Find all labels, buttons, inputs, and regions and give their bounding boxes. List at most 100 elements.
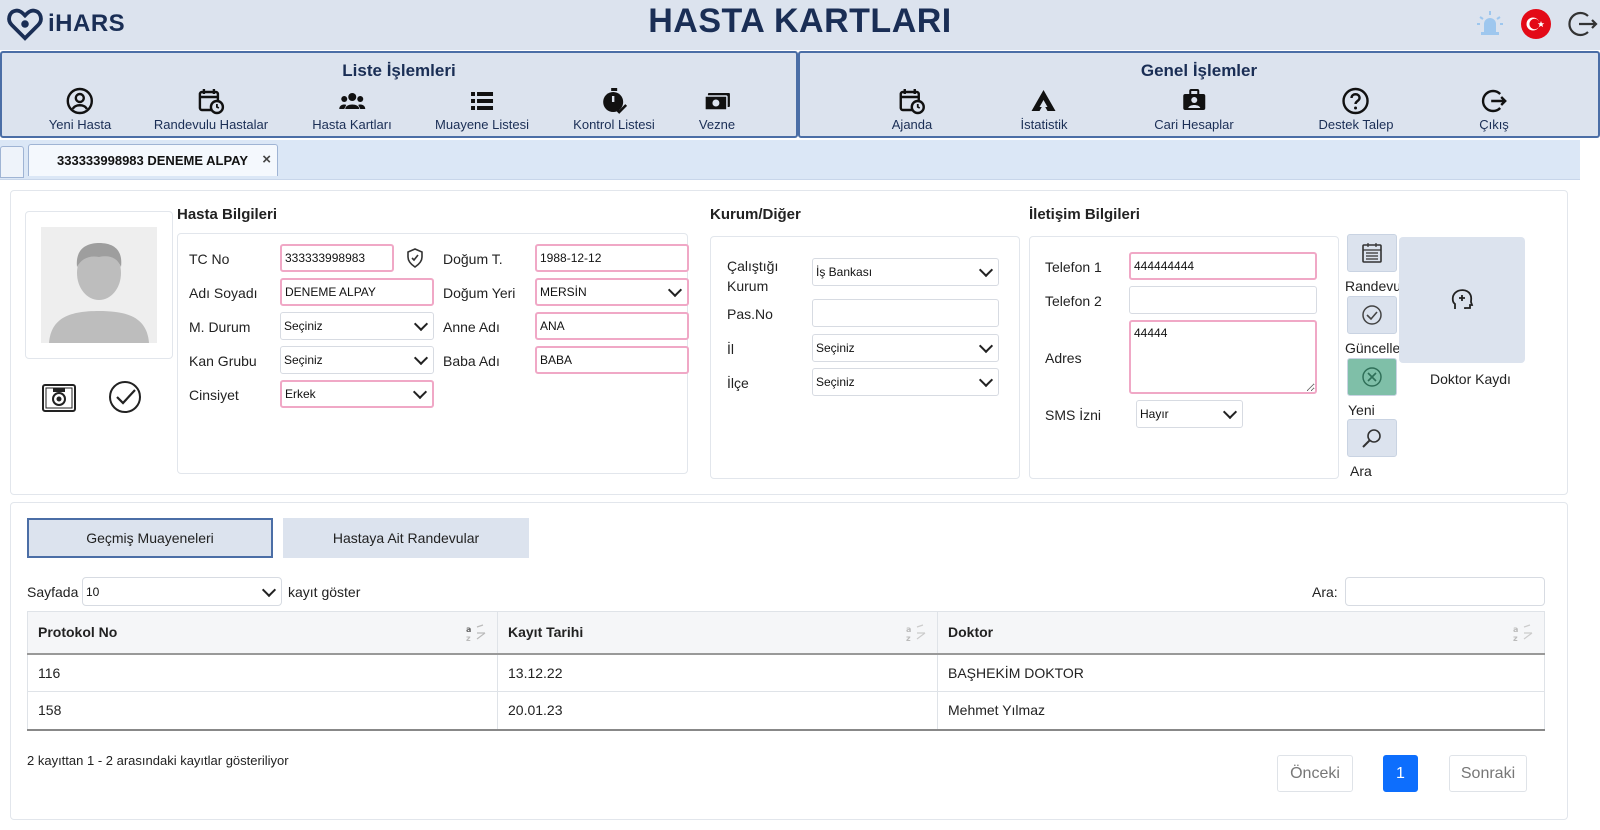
sms-select[interactable]: Hayır [1136, 400, 1243, 428]
doctor-head-icon [1451, 289, 1474, 309]
general-operations-menu: Genel İşlemler Ajanda İstatistik Cari He… [798, 51, 1600, 138]
check-circle-icon[interactable] [107, 379, 143, 415]
gender-label: Cinsiyet [189, 387, 239, 403]
column-record-date-label: Kayıt Tarihi [508, 624, 584, 641]
tc-input[interactable] [280, 244, 394, 272]
mother-input[interactable] [535, 312, 689, 340]
phone2-label: Telefon 2 [1045, 293, 1102, 309]
search-button[interactable] [1347, 419, 1397, 457]
father-label: Baba Adı [443, 353, 500, 369]
tab-past-examinations[interactable]: Geçmiş Muayeneleri [27, 518, 273, 558]
column-record-date[interactable]: Kayıt Tarihi az [497, 611, 938, 655]
blood-select[interactable]: Seçiniz [280, 346, 434, 374]
doctor-record-label: Doktor Kaydı [1430, 371, 1511, 387]
column-doctor-label: Doktor [948, 624, 994, 641]
column-protocol-no-label: Protokol No [38, 624, 118, 641]
tab-stub[interactable] [0, 146, 24, 178]
patient-photo [25, 211, 173, 359]
tab-strip: 333333998983 DENEME ALPAY × [0, 140, 1580, 180]
passport-input[interactable] [812, 299, 999, 327]
name-label: Adı Soyadı [189, 285, 258, 301]
menu-examination-list-label: Muayene Listesi [435, 117, 529, 132]
table-row[interactable]: 116 13.12.22 BAŞHEKİM DOKTOR [27, 653, 1545, 692]
alarm-light-icon[interactable] [1474, 8, 1506, 40]
prev-page-button[interactable]: Önceki [1277, 755, 1353, 792]
mother-label: Anne Adı [443, 319, 500, 335]
menu-appointed-patients[interactable]: Randevulu Hastalar [154, 87, 268, 132]
menu-cashier[interactable]: Vezne [699, 87, 735, 132]
sort-icon: az [906, 624, 926, 642]
birthplace-label: Doğum Yeri [443, 285, 516, 301]
birthdate-label: Doğum T. [443, 251, 503, 267]
menu-statistics-label: İstatistik [1020, 117, 1068, 132]
new-button[interactable] [1347, 358, 1397, 396]
table-search-input[interactable] [1345, 577, 1545, 606]
menu-patient-cards[interactable]: Hasta Kartları [312, 87, 392, 132]
marital-select[interactable]: Seçiniz [280, 312, 434, 340]
birthdate-input[interactable] [535, 244, 689, 272]
update-button[interactable] [1347, 296, 1397, 334]
menu-support-request[interactable]: Destek Talep [1318, 87, 1394, 132]
work-select[interactable]: İş Bankası [812, 258, 999, 286]
menu-agenda[interactable]: Ajanda [892, 87, 932, 132]
top-bar: iHARS HASTA KARTLARI [0, 0, 1600, 50]
tab-patient-appointments[interactable]: Hastaya Ait Randevular [283, 518, 529, 558]
gender-select-value: Erkek [285, 387, 316, 401]
svg-text:a: a [1513, 625, 1518, 634]
doctor-record-button[interactable] [1399, 237, 1525, 363]
district-select-value: Seçiniz [816, 375, 855, 389]
menu-control-list-label: Kontrol Listesi [573, 117, 655, 132]
new-label: Yeni [1348, 402, 1375, 418]
father-input[interactable] [535, 346, 689, 374]
next-page-button[interactable]: Sonraki [1449, 755, 1527, 792]
sms-select-value: Hayır [1140, 407, 1169, 421]
phone1-label: Telefon 1 [1045, 259, 1102, 275]
menu-new-patient[interactable]: Yeni Hasta [49, 87, 111, 132]
help-circle-icon [1342, 87, 1370, 115]
logout-icon[interactable] [1566, 8, 1598, 40]
city-select[interactable]: Seçiniz [812, 334, 999, 362]
gender-select[interactable]: Erkek [280, 380, 434, 408]
tab-close-button[interactable]: × [262, 151, 271, 168]
menu-control-list[interactable]: Kontrol Listesi [573, 87, 655, 132]
menu-exit-label: Çıkış [1479, 117, 1509, 132]
search-label: Ara [1350, 463, 1372, 479]
table-row[interactable]: 158 20.01.23 Mehmet Yılmaz [27, 691, 1545, 731]
menu-statistics[interactable]: İstatistik [1020, 87, 1068, 132]
work-select-value: İş Bankası [816, 265, 873, 279]
sort-asc-icon: az [466, 624, 486, 642]
turkey-flag-icon[interactable] [1520, 8, 1552, 40]
menu-current-accounts-label: Cari Hesaplar [1154, 117, 1234, 132]
birthplace-select-value: MERSİN [540, 285, 587, 299]
check-circle-icon [1362, 305, 1382, 325]
phone1-input[interactable] [1129, 252, 1317, 280]
column-doctor[interactable]: Doktor az [937, 611, 1545, 655]
camera-icon[interactable] [41, 379, 77, 415]
page-title: HASTA KARTLARI [648, 2, 952, 40]
close-circle-icon [1362, 367, 1382, 387]
shield-check-icon[interactable] [405, 248, 425, 268]
menu-exit[interactable]: Çıkış [1479, 87, 1509, 132]
phone2-input[interactable] [1129, 286, 1317, 314]
cell-protocol-no: 158 [27, 691, 498, 731]
menu-examination-list[interactable]: Muayene Listesi [435, 87, 529, 132]
menu-current-accounts[interactable]: Cari Hesaplar [1154, 87, 1234, 132]
appointment-label: Randevu [1345, 278, 1402, 294]
table-header-row: Protokol No az Kayıt Tarihi az Doktor az [27, 611, 1545, 655]
menu-patient-cards-label: Hasta Kartları [312, 117, 392, 132]
page-1-button[interactable]: 1 [1383, 755, 1418, 792]
appointment-button[interactable] [1347, 234, 1397, 272]
column-protocol-no[interactable]: Protokol No az [27, 611, 498, 655]
tab-patient[interactable]: 333333998983 DENEME ALPAY × [28, 144, 278, 176]
menu-appointed-patients-label: Randevulu Hastalar [153, 117, 269, 132]
district-select[interactable]: Seçiniz [812, 368, 999, 396]
name-input[interactable] [280, 278, 434, 306]
birthplace-select[interactable]: MERSİN [535, 278, 689, 306]
statistics-icon [1032, 90, 1056, 111]
work-label-line2: Kurum [727, 278, 769, 294]
avatar-placeholder-icon [41, 227, 157, 343]
address-textarea[interactable]: 44444 [1129, 320, 1317, 394]
svg-text:a: a [466, 625, 471, 634]
menu-support-request-label: Destek Talep [1318, 117, 1394, 132]
page-size-select[interactable]: 10 [82, 577, 282, 606]
